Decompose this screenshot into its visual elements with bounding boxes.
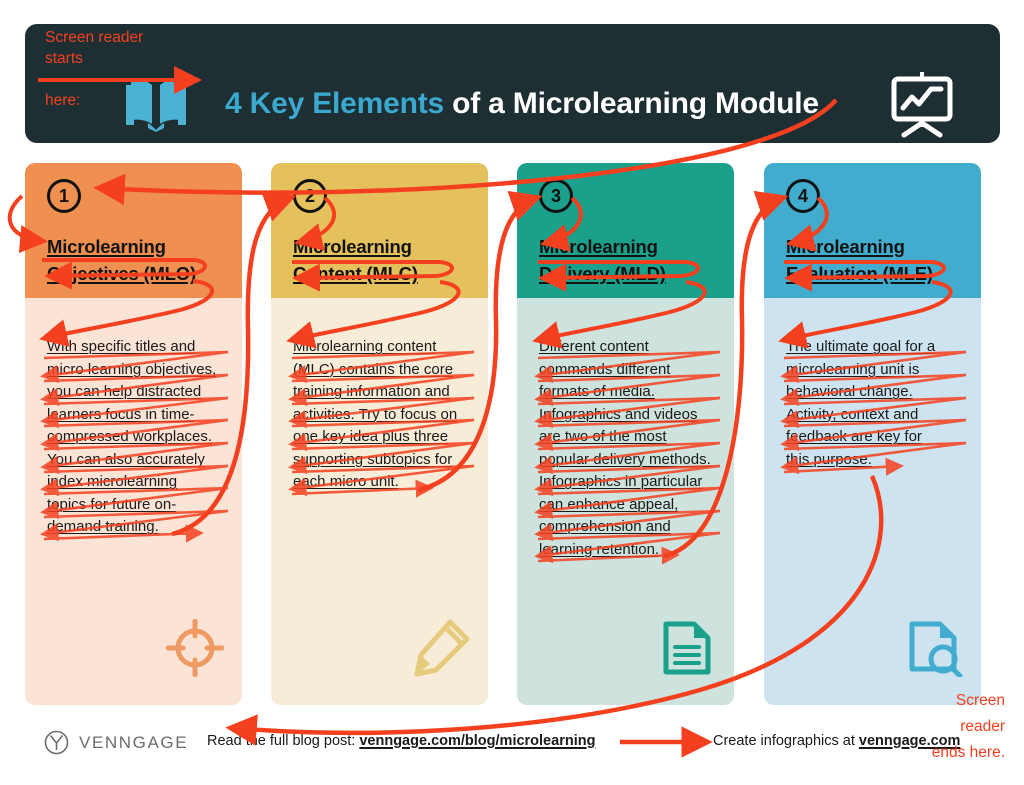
anno-start-line2: starts bbox=[45, 50, 83, 67]
column-text-2: Microlearning content (MLC) contains the … bbox=[293, 336, 477, 494]
footer-right-prefix: Create infographics at bbox=[713, 733, 859, 749]
document-icon bbox=[663, 621, 711, 675]
column-card-4[interactable]: The ultimate goal for a microlearning uni… bbox=[764, 163, 981, 705]
venngage-logo[interactable]: VENNGAGE bbox=[44, 730, 188, 755]
header-bar: 4 Key Elements of a Microlearning Module bbox=[25, 24, 1000, 143]
column-title-2-line2: Content (MLC) bbox=[293, 263, 418, 284]
footer-left-url[interactable]: venngage.com/blog/microlearning bbox=[359, 733, 595, 749]
column-text-line: you can help distracted bbox=[47, 383, 202, 400]
column-text-line: topics for future on- bbox=[47, 495, 177, 513]
column-text-line: learners focus in time- bbox=[47, 405, 195, 423]
column-title-3: Microlearning Delivery (MLD) bbox=[539, 233, 729, 287]
column-number-1: 1 bbox=[47, 179, 81, 213]
column-number-3: 3 bbox=[539, 179, 573, 213]
venngage-wordmark: VENNGAGE bbox=[79, 732, 189, 752]
anno-end-line2: reader bbox=[960, 718, 1005, 735]
column-text-line: learning retention. bbox=[539, 540, 660, 558]
page-title-accent: 4 Key Elements bbox=[225, 87, 444, 120]
column-text-line: formats of media. bbox=[539, 383, 655, 400]
anno-end-line1: Screen bbox=[955, 692, 1005, 709]
column-text-line: this purpose. bbox=[786, 450, 872, 468]
column-text-line: Activity, context and bbox=[786, 405, 919, 423]
column-title-1-line2: Objectives (MLO) bbox=[47, 263, 196, 284]
column-number-2: 2 bbox=[293, 179, 327, 213]
column-body-4: The ultimate goal for a microlearning uni… bbox=[764, 298, 981, 705]
anno-start-line3: here: bbox=[45, 92, 81, 109]
infographic-canvas: 4 Key Elements of a Microlearning Module… bbox=[0, 0, 1024, 785]
column-text-line: With specific titles and bbox=[47, 338, 196, 355]
column-text-line: demand training. bbox=[47, 518, 159, 535]
column-title-3-line1: Microlearning bbox=[539, 236, 658, 257]
column-text-line: microlearning unit is bbox=[786, 360, 920, 378]
footer-create-link[interactable]: Create infographics at venngage.com bbox=[713, 733, 960, 749]
column-text-line: (MLC) contains the core bbox=[293, 360, 454, 378]
column-number-4: 4 bbox=[786, 179, 820, 213]
venngage-circle-icon bbox=[44, 730, 69, 755]
column-card-2[interactable]: Microlearning content (MLC) contains the … bbox=[271, 163, 488, 705]
page-title: 4 Key Elements of a Microlearning Module bbox=[225, 87, 819, 121]
column-text-line: can enhance appeal, bbox=[539, 495, 679, 513]
column-text-line: supporting subtopics for bbox=[293, 450, 453, 468]
presentation-chart-icon bbox=[891, 72, 953, 138]
column-text-line: each micro unit. bbox=[293, 473, 399, 490]
column-text-line: feedback are key for bbox=[786, 428, 922, 445]
column-body-3: Different content commands different forma… bbox=[517, 298, 734, 705]
screen-reader-start-annotation: Screen reader starts here: bbox=[45, 27, 143, 111]
column-text-line: one key idea plus three bbox=[293, 428, 449, 445]
column-title-4: Microlearning Evaluation (MLE) bbox=[786, 233, 976, 287]
column-text-line: index microlearning bbox=[47, 473, 178, 490]
column-card-3[interactable]: Different content commands different forma… bbox=[517, 163, 734, 705]
column-card-1[interactable]: With specific titles and micro learning o… bbox=[25, 163, 242, 705]
column-title-2-line1: Microlearning bbox=[293, 236, 412, 257]
column-text-line: Microlearning content bbox=[293, 338, 437, 355]
column-title-4-line1: Microlearning bbox=[786, 236, 905, 257]
column-text-line: activities. Try to focus on bbox=[293, 405, 458, 423]
anno-end-line3: ends here. bbox=[931, 744, 1005, 761]
column-text-line: popular delivery methods. bbox=[539, 450, 711, 468]
pencil-icon bbox=[414, 619, 470, 677]
column-text-line: are two of the most bbox=[539, 428, 667, 445]
column-body-2: Microlearning content (MLC) contains the … bbox=[271, 298, 488, 705]
column-title-1-line1: Microlearning bbox=[47, 236, 166, 257]
document-search-icon bbox=[909, 621, 963, 677]
page-title-rest: of a Microlearning Module bbox=[443, 87, 819, 120]
column-text-line: You can also accurately bbox=[47, 450, 205, 468]
column-body-1: With specific titles and micro learning o… bbox=[25, 298, 242, 705]
column-text-line: compressed workplaces. bbox=[47, 428, 213, 445]
column-text-line: training information and bbox=[293, 383, 450, 400]
column-title-1: Microlearning Objectives (MLO) bbox=[47, 233, 237, 287]
column-text-line: micro learning objectives, bbox=[47, 360, 217, 378]
target-icon bbox=[166, 619, 224, 677]
column-text-line: behavioral change. bbox=[786, 383, 913, 400]
column-text-line: Infographics and videos bbox=[539, 405, 698, 423]
column-text-line: comprehension and bbox=[539, 518, 671, 535]
column-title-3-line2: Delivery (MLD) bbox=[539, 263, 666, 284]
column-title-4-line2: Evaluation (MLE) bbox=[786, 263, 933, 284]
column-text-line: The ultimate goal for a bbox=[786, 338, 936, 355]
column-text-line: commands different bbox=[539, 360, 671, 378]
column-text-1: With specific titles and micro learning o… bbox=[47, 336, 231, 539]
footer-left-prefix: Read the full blog post: bbox=[207, 733, 360, 749]
anno-start-line1: Screen reader bbox=[45, 29, 144, 46]
column-title-2: Microlearning Content (MLC) bbox=[293, 233, 483, 287]
footer-blog-link[interactable]: Read the full blog post: venngage.com/bl… bbox=[207, 733, 595, 749]
column-text-line: Infographics in particular bbox=[539, 473, 703, 490]
column-text-4: The ultimate goal for a microlearning uni… bbox=[786, 336, 970, 471]
screen-reader-end-annotation: Screen reader ends here. bbox=[925, 688, 1005, 766]
column-text-line: Different content bbox=[539, 338, 649, 355]
column-text-3: Different content commands different forma… bbox=[539, 336, 723, 561]
